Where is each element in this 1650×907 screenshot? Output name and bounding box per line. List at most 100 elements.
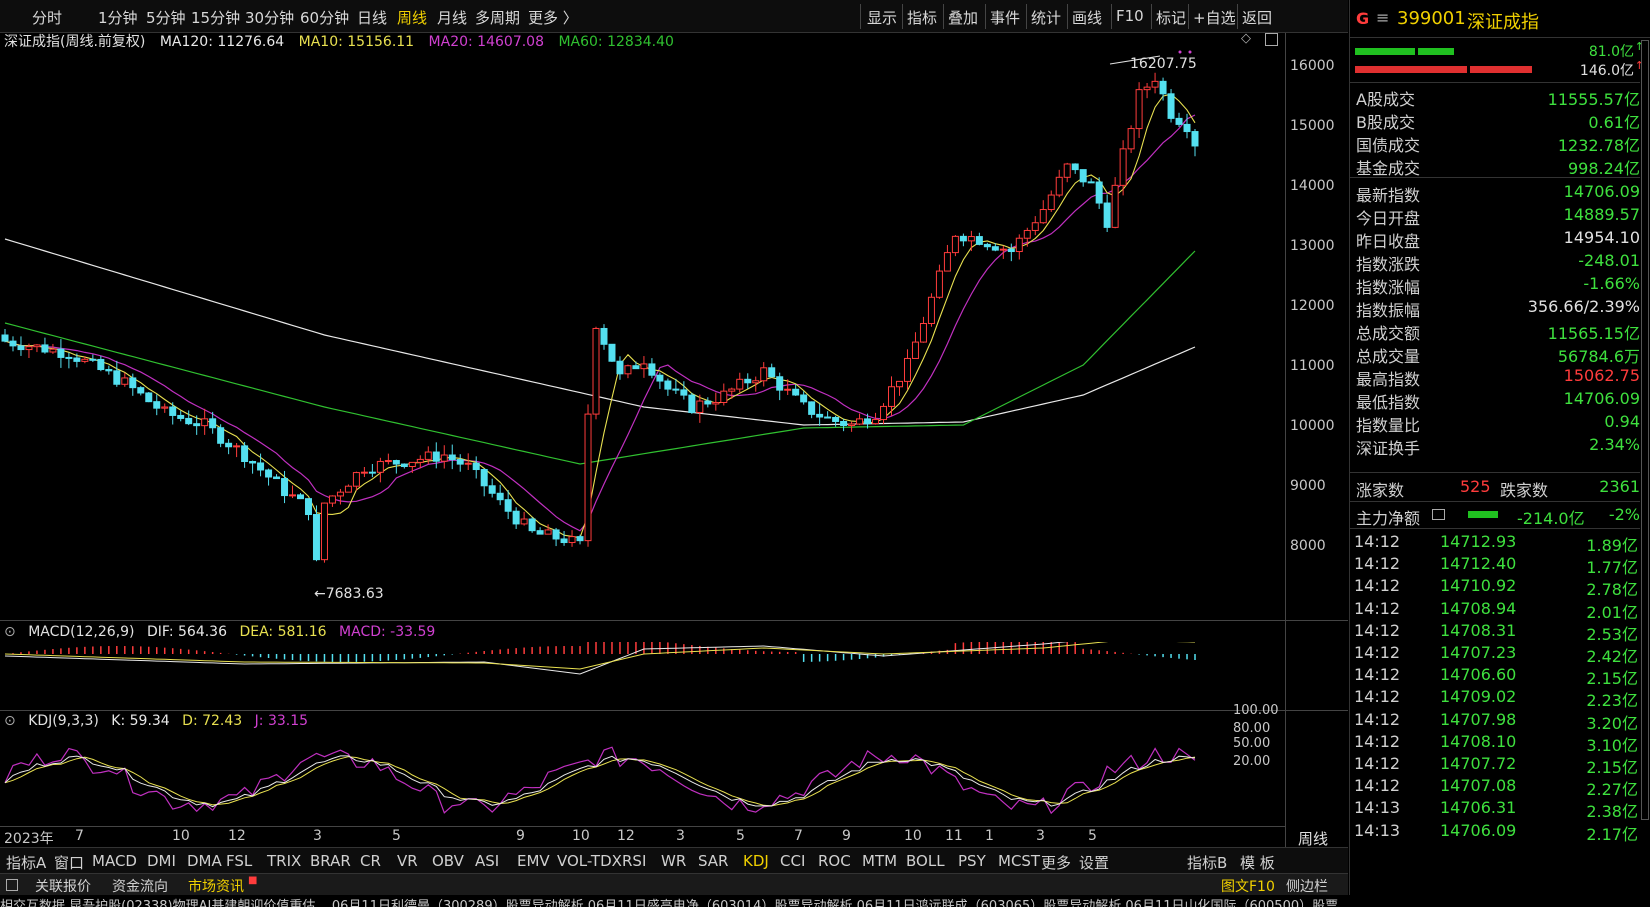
tick-row[interactable]: 14:12 14712.40 1.77亿: [1350, 552, 1640, 577]
indicator-tab[interactable]: VR: [397, 852, 418, 870]
market-news-link[interactable]: 市场资讯: [188, 876, 244, 896]
indicator-tab[interactable]: EMV: [517, 852, 550, 870]
toolbar-tool[interactable]: 指标: [907, 7, 937, 28]
kline-chart[interactable]: [0, 48, 1348, 618]
indicator-tab[interactable]: BRAR: [310, 852, 351, 870]
toolbar-tool[interactable]: 统计: [1031, 7, 1061, 28]
indicator-tab[interactable]: WR: [661, 852, 686, 870]
tick-row[interactable]: 14:13 14706.09 2.17亿: [1350, 819, 1640, 844]
indicator-tab[interactable]: CCI: [780, 852, 805, 870]
indicator-tab[interactable]: OBV: [432, 852, 464, 870]
tick-row[interactable]: 14:12 14707.08 2.27亿: [1350, 774, 1640, 799]
candle-body: [632, 365, 640, 370]
up-count-label: 涨家数: [1356, 481, 1405, 500]
period-tab[interactable]: 周线: [397, 7, 427, 28]
indicator-tab[interactable]: MACD: [92, 852, 137, 870]
main-flow-icon[interactable]: [1432, 509, 1445, 520]
period-tab[interactable]: 5分钟: [146, 7, 186, 28]
indicator-tab[interactable]: PSY: [958, 852, 986, 870]
indicator-b-tab[interactable]: 指标B: [1187, 852, 1227, 873]
candle-body: [1119, 148, 1127, 186]
tick-price: 14712.93: [1440, 532, 1517, 551]
indicator-tab[interactable]: TRIX: [267, 852, 301, 870]
candle-body: [752, 380, 760, 384]
indicator-tab[interactable]: RSI: [622, 852, 646, 870]
indicator-tab[interactable]: FSL: [226, 852, 252, 870]
date-tick: 5: [392, 828, 401, 844]
indicator-tab[interactable]: BOLL: [906, 852, 945, 870]
tick-row[interactable]: 14:12 14710.92 2.78亿: [1350, 574, 1640, 599]
period-tab[interactable]: 1分钟: [98, 7, 138, 28]
link-bar-icon[interactable]: [6, 879, 18, 891]
tick-row[interactable]: 14:12 14708.31 2.53亿: [1350, 619, 1640, 644]
candle-body: [1023, 229, 1031, 239]
macd-label[interactable]: MACD(12,26,9): [28, 624, 134, 640]
period-tab[interactable]: 更多 〉: [528, 7, 578, 28]
tick-row[interactable]: 14:12 14707.72 2.15亿: [1350, 752, 1640, 777]
kdj-tick: 20.00: [1233, 754, 1271, 769]
kdj-chart[interactable]: [0, 730, 1285, 826]
fund-flow-link[interactable]: 资金流向: [112, 876, 168, 896]
period-tab[interactable]: 15分钟: [191, 7, 240, 28]
toolbar-tool[interactable]: 标记: [1156, 7, 1186, 28]
indicator-tab[interactable]: MTM: [862, 852, 897, 870]
indicator-tab[interactable]: CR: [360, 852, 381, 870]
period-tab[interactable]: 月线: [437, 7, 467, 28]
period-tab[interactable]: 30分钟: [245, 7, 294, 28]
panel-divider: [1350, 472, 1640, 473]
panel-scrollbar[interactable]: [1641, 40, 1649, 820]
kdj-collapse-icon[interactable]: ⊙: [4, 713, 16, 729]
candle-body: [999, 248, 1007, 251]
tick-row[interactable]: 14:12 14708.10 3.10亿: [1350, 730, 1640, 755]
candle-body: [704, 400, 712, 405]
indicator-tab[interactable]: 指标A: [6, 852, 46, 873]
template-tab[interactable]: 模 板: [1240, 852, 1275, 873]
toolbar-separator: [1067, 4, 1068, 29]
toolbar-tool[interactable]: +自选: [1193, 7, 1236, 28]
indicator-tab[interactable]: ROC: [818, 852, 851, 870]
indicator-tab[interactable]: MCST: [998, 852, 1040, 870]
indicator-tab[interactable]: SAR: [698, 852, 728, 870]
tick-row[interactable]: 14:12 14707.98 3.20亿: [1350, 708, 1640, 733]
expand-panel-icon[interactable]: [1265, 33, 1278, 46]
indicator-tab[interactable]: VOL-TDX: [557, 852, 622, 870]
macd-collapse-icon[interactable]: ⊙: [4, 624, 16, 640]
toolbar-tool[interactable]: 叠加: [948, 7, 978, 28]
sidebar-link[interactable]: 侧边栏: [1286, 876, 1328, 896]
toolbar-tool[interactable]: F10: [1116, 7, 1144, 25]
candle-body: [1039, 209, 1047, 224]
indicator-tab[interactable]: 窗口: [54, 852, 84, 873]
toolbar-tool[interactable]: 画线: [1072, 7, 1102, 28]
period-tab[interactable]: 日线: [357, 7, 387, 28]
group-g-icon[interactable]: G: [1356, 9, 1369, 28]
indicator-tab[interactable]: 设置: [1079, 852, 1109, 873]
indicator-tab[interactable]: ASI: [475, 852, 499, 870]
related-quotes-link[interactable]: 关联报价: [35, 876, 91, 896]
toolbar-tool[interactable]: 显示: [867, 7, 897, 28]
tick-row[interactable]: 14:12 14708.94 2.01亿: [1350, 597, 1640, 622]
f10-link[interactable]: 图文F10: [1221, 876, 1275, 896]
news-ticker[interactable]: 相交互数据 昆吾护股(02338)物理AI基建朝迎价值重估... 06月11日利…: [0, 895, 1650, 907]
tick-row[interactable]: 14:13 14706.31 2.38亿: [1350, 796, 1640, 821]
tick-row[interactable]: 14:12 14706.60 2.15亿: [1350, 663, 1640, 688]
indicator-tab[interactable]: 更多: [1041, 852, 1071, 873]
candle-body: [959, 235, 967, 242]
settings-diamond-icon[interactable]: ◇: [1241, 31, 1251, 46]
tick-row[interactable]: 14:12 14712.93 1.89亿: [1350, 530, 1640, 555]
tick-list[interactable]: 14:12 14712.93 1.89亿 14:12 14712.40 1.77亿 14:1…: [1350, 530, 1640, 850]
ma10-line: [4, 93, 1196, 539]
toolbar-tool[interactable]: 返回: [1242, 7, 1272, 28]
menu-icon[interactable]: ≡: [1376, 8, 1389, 27]
tick-row[interactable]: 14:12 14709.02 2.23亿: [1350, 685, 1640, 710]
tick-time: 14:12: [1354, 709, 1401, 729]
kdj-label[interactable]: KDJ(9,3,3): [28, 713, 99, 729]
period-tab[interactable]: 分时: [32, 7, 62, 28]
tick-row[interactable]: 14:12 14707.23 2.42亿: [1350, 641, 1640, 666]
macd-chart[interactable]: [0, 642, 1285, 710]
period-tab[interactable]: 多周期: [475, 7, 520, 28]
toolbar-tool[interactable]: 事件: [990, 7, 1020, 28]
indicator-tab[interactable]: KDJ: [743, 852, 769, 870]
indicator-tab[interactable]: DMA: [187, 852, 222, 870]
period-tab[interactable]: 60分钟: [300, 7, 349, 28]
indicator-tab[interactable]: DMI: [147, 852, 176, 870]
